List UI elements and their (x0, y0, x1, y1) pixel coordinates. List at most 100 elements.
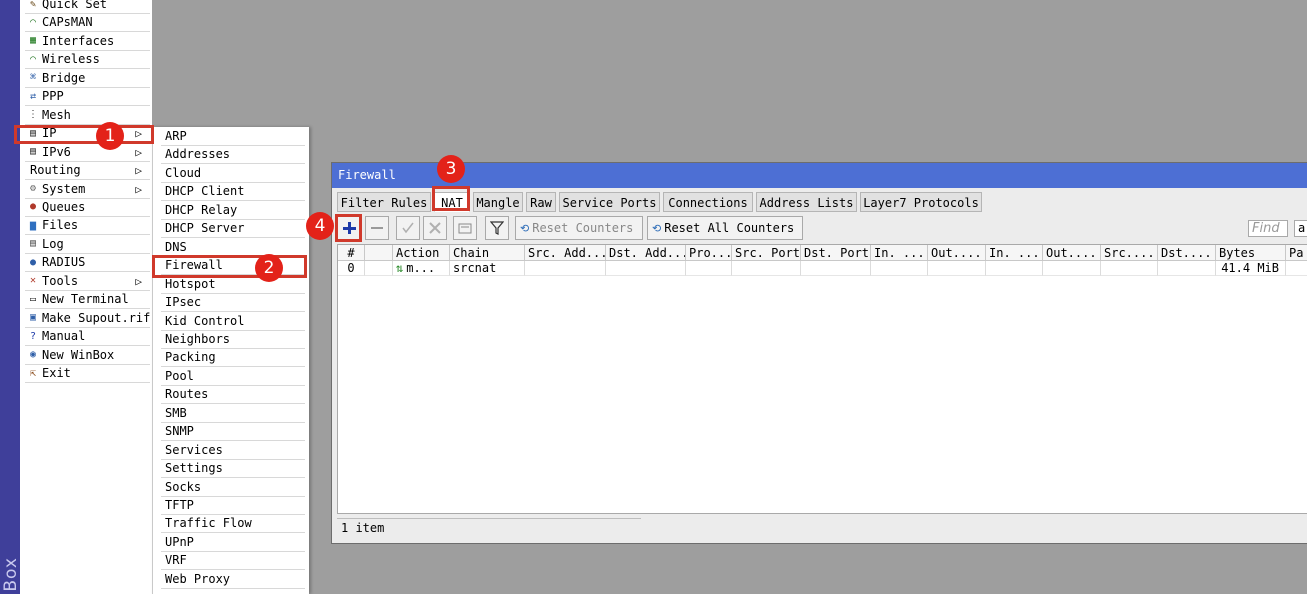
menu-item-mesh[interactable]: ⋮ Mesh (25, 107, 150, 125)
tab-service-ports[interactable]: Service Ports (559, 192, 660, 212)
menu-item-bridge[interactable]: ⌘ Bridge (25, 70, 150, 88)
tab-nat[interactable]: NAT (434, 192, 470, 212)
submenu-item-cloud[interactable]: Cloud (161, 165, 305, 183)
menu-item-log[interactable]: ▤ Log (25, 236, 150, 254)
menu-item-exit[interactable]: ⇱ Exit (25, 365, 150, 383)
tab-connections[interactable]: Connections (663, 192, 753, 212)
submenu-item-tftp[interactable]: TFTP (161, 497, 305, 515)
table-cell[interactable] (801, 261, 871, 276)
tab-filter-rules[interactable]: Filter Rules (337, 192, 431, 212)
submenu-item-pool[interactable]: Pool (161, 368, 305, 386)
submenu-item-dhcp-client[interactable]: DHCP Client (161, 183, 305, 202)
find-input[interactable]: Find (1248, 220, 1288, 237)
submenu-item-hotspot[interactable]: Hotspot (161, 276, 305, 294)
column-header[interactable]: Action (393, 245, 450, 261)
table-cell[interactable] (1286, 261, 1307, 276)
firewall-title-bar[interactable]: Firewall (332, 163, 1307, 188)
reset-counters-button[interactable]: ⟲ Reset Counters (515, 216, 643, 240)
column-header[interactable] (365, 245, 393, 261)
menu-item-new-terminal[interactable]: ▭ New Terminal (25, 291, 150, 310)
submenu-item-vrf[interactable]: VRF (161, 552, 305, 571)
submenu-item-dhcp-relay[interactable]: DHCP Relay (161, 202, 305, 220)
table-cell[interactable] (365, 261, 393, 276)
table-cell[interactable] (1101, 261, 1158, 276)
column-header[interactable]: Src. Port (732, 245, 801, 261)
menu-item-files[interactable]: ▆ Files (25, 217, 150, 236)
submenu-item-smb[interactable]: SMB (161, 405, 305, 423)
table-cell[interactable]: srcnat (450, 261, 525, 276)
table-cell[interactable] (928, 261, 986, 276)
submenu-item-kid-control[interactable]: Kid Control (161, 313, 305, 331)
menu-item-interfaces[interactable]: ▦ Interfaces (25, 33, 150, 51)
menu-item-queues[interactable]: ● Queues (25, 199, 150, 217)
column-header[interactable]: Dst. Port (801, 245, 871, 261)
submenu-item-snmp[interactable]: SNMP (161, 423, 305, 442)
submenu-item-socks[interactable]: Socks (161, 479, 305, 497)
ipv6-icon: ▤ (29, 146, 37, 158)
menu-item-wireless[interactable]: ◠ Wireless (25, 51, 150, 70)
column-header[interactable]: Pro... (686, 245, 732, 261)
submenu-item-dhcp-server[interactable]: DHCP Server (161, 220, 305, 239)
reset-all-counters-button[interactable]: ⟲ Reset All Counters (647, 216, 803, 240)
submenu-item-web-proxy[interactable]: Web Proxy (161, 571, 305, 589)
menu-item-routing[interactable]: Routing ▷ (25, 162, 150, 181)
menu-item-radius[interactable]: ● RADIUS (25, 254, 150, 273)
remove-button[interactable] (365, 216, 389, 240)
filter-button[interactable] (485, 216, 509, 240)
column-header[interactable]: # (338, 245, 365, 261)
column-header[interactable]: Bytes (1216, 245, 1286, 261)
column-header[interactable]: Out.... (928, 245, 986, 261)
tab-mangle[interactable]: Mangle (473, 192, 523, 212)
tab-layer7-protocols[interactable]: Layer7 Protocols (860, 192, 982, 212)
column-header[interactable]: In. ... (986, 245, 1043, 261)
table-cell[interactable]: ⇅ m... (393, 261, 450, 276)
table-cell[interactable] (606, 261, 686, 276)
table-cell[interactable] (525, 261, 606, 276)
column-header[interactable]: Out.... (1043, 245, 1101, 261)
table-cell[interactable]: 41.4 MiB (1216, 261, 1286, 276)
menu-item-make-supout-rif[interactable]: ▣ Make Supout.rif (25, 310, 150, 328)
comment-button[interactable] (453, 216, 477, 240)
column-header[interactable]: Chain (450, 245, 525, 261)
menu-item-system[interactable]: ⚙ System ▷ (25, 181, 150, 199)
disable-button[interactable] (423, 216, 447, 240)
enable-button[interactable] (396, 216, 420, 240)
column-header[interactable]: Dst.... (1158, 245, 1216, 261)
submenu-item-services[interactable]: Services (161, 442, 305, 460)
submenu-item-settings[interactable]: Settings (161, 460, 305, 479)
table-cell[interactable] (1043, 261, 1101, 276)
submenu-item-addresses[interactable]: Addresses (161, 146, 305, 165)
submenu-item-ipsec[interactable]: IPsec (161, 294, 305, 313)
menu-item-ipv6[interactable]: ▤ IPv6 ▷ (25, 144, 150, 162)
column-header[interactable]: Src.... (1101, 245, 1158, 261)
table-cell[interactable] (686, 261, 732, 276)
menu-item-quick-set[interactable]: ✎ Quick Set (25, 0, 150, 14)
tab-raw[interactable]: Raw (526, 192, 556, 212)
filter-select[interactable]: a (1294, 220, 1307, 237)
submenu-item-neighbors[interactable]: Neighbors (161, 331, 305, 349)
table-cell[interactable] (871, 261, 928, 276)
menu-item-tools[interactable]: ✕ Tools ▷ (25, 273, 150, 291)
column-header[interactable]: Pa (1286, 245, 1307, 261)
column-header[interactable]: Src. Add... (525, 245, 606, 261)
menu-item-ppp[interactable]: ⇄ PPP (25, 88, 150, 107)
menu-item-manual[interactable]: ? Manual (25, 328, 150, 347)
table-cell[interactable]: 0 (338, 261, 365, 276)
submenu-item-dns[interactable]: DNS (161, 239, 305, 257)
submenu-item-firewall[interactable]: Firewall (161, 257, 305, 276)
submenu-item-traffic-flow[interactable]: Traffic Flow (161, 515, 305, 534)
menu-item-ip[interactable]: ▤ IP ▷ (25, 125, 150, 144)
tab-address-lists[interactable]: Address Lists (756, 192, 857, 212)
menu-item-new-winbox[interactable]: ◉ New WinBox (25, 347, 150, 365)
menu-item-capsman[interactable]: ◠ CAPsMAN (25, 14, 150, 33)
submenu-item-arp[interactable]: ARP (161, 128, 305, 146)
table-cell[interactable] (1158, 261, 1216, 276)
submenu-item-upnp[interactable]: UPnP (161, 534, 305, 552)
add-button[interactable] (337, 216, 361, 240)
table-cell[interactable] (732, 261, 801, 276)
submenu-item-routes[interactable]: Routes (161, 386, 305, 405)
column-header[interactable]: Dst. Add... (606, 245, 686, 261)
column-header[interactable]: In. ... (871, 245, 928, 261)
table-cell[interactable] (986, 261, 1043, 276)
submenu-item-packing[interactable]: Packing (161, 349, 305, 368)
